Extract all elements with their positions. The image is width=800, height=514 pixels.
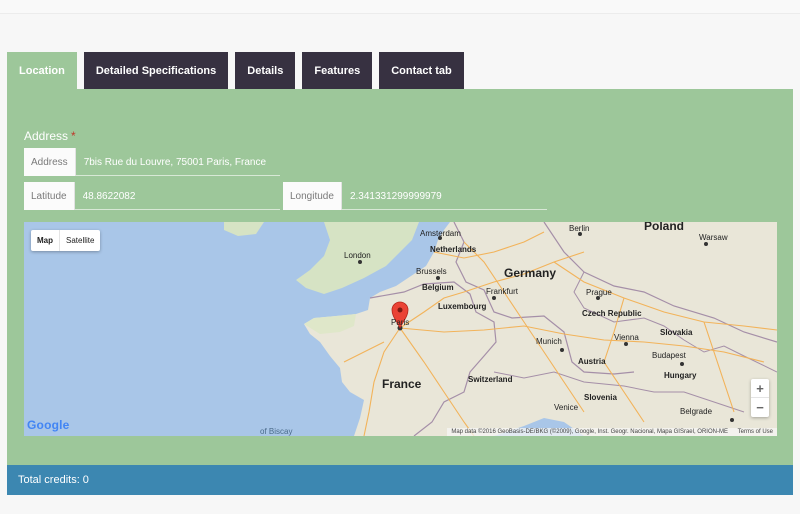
tab-details[interactable]: Details [235,52,296,89]
tab-location[interactable]: Location [7,52,77,89]
tab-bar: Location Detailed Specifications Details… [7,52,471,89]
longitude-input[interactable] [341,183,547,209]
label-netherlands: Netherlands [430,245,477,254]
label-belgium: Belgium [422,283,454,292]
label-austria: Austria [578,357,606,366]
address-input[interactable] [75,149,280,175]
label-vienna: Vienna [614,333,639,342]
map-type-map-button[interactable]: Map [31,230,60,251]
map-canvas: Poland Germany France London Amsterdam N… [24,222,777,436]
label-germany: Germany [504,266,556,280]
label-munich: Munich [536,337,562,346]
label-belgrade: Belgrade [680,407,713,416]
label-venice: Venice [554,403,579,412]
address-addon: Address [24,148,76,176]
label-warsaw: Warsaw [699,233,728,242]
zoom-out-button[interactable]: − [751,398,769,417]
tab-detailed-specifications[interactable]: Detailed Specifications [83,52,229,89]
label-london: London [344,251,371,260]
label-budapest: Budapest [652,351,687,360]
longitude-field: Longitude [283,182,547,210]
label-berlin: Berlin [569,224,589,233]
latitude-addon: Latitude [24,182,75,210]
zoom-in-button[interactable]: + [751,379,769,398]
latitude-input-wrap [74,182,280,210]
address-heading: Address * [24,129,76,143]
label-slovakia: Slovakia [660,328,693,337]
tab-features[interactable]: Features [302,52,373,89]
top-strip [0,0,800,14]
tab-contact[interactable]: Contact tab [379,52,464,89]
google-logo: Google [27,418,70,432]
attribution-text: Map data ©2016 GeoBasis-DE/BKG (©2009), … [451,429,728,435]
label-poland: Poland [644,222,684,233]
address-heading-text: Address [24,129,69,143]
location-panel: Address* Address Latitude Longitude [7,89,793,465]
label-france: France [382,377,422,391]
label-bay-of-biscay: of Biscay [260,427,292,436]
label-hungary: Hungary [664,371,697,380]
label-amsterdam: Amsterdam [420,229,461,238]
map-type-control: Map Satellite [31,230,101,251]
label-slovenia: Slovenia [584,393,617,402]
total-credits-bar: Total credits: 0 [7,465,793,495]
latitude-input[interactable] [74,183,280,209]
label-czech: Czech Republic [582,309,642,318]
latitude-field: Latitude [24,182,280,210]
longitude-addon: Longitude [283,182,342,210]
label-paris: Paris [391,318,409,327]
zoom-control: + − [751,379,769,417]
label-luxembourg: Luxembourg [438,302,487,311]
address-input-wrap [75,148,280,176]
map-type-satellite-button[interactable]: Satellite [60,230,100,251]
terms-of-use-link[interactable]: Terms of Use [738,429,773,435]
label-switzerland: Switzerland [468,375,513,384]
label-brussels: Brussels [416,267,447,276]
map-attribution: Map data ©2016 GeoBasis-DE/BKG (©2009), … [447,428,777,436]
longitude-input-wrap [341,182,547,210]
location-map[interactable]: Poland Germany France London Amsterdam N… [24,222,777,436]
label-prague: Prague [586,288,612,297]
label-frankfurt: Frankfurt [486,287,519,296]
address-field: Address [24,148,280,176]
total-credits-text: Total credits: 0 [18,474,89,486]
required-marker: * [71,129,76,143]
